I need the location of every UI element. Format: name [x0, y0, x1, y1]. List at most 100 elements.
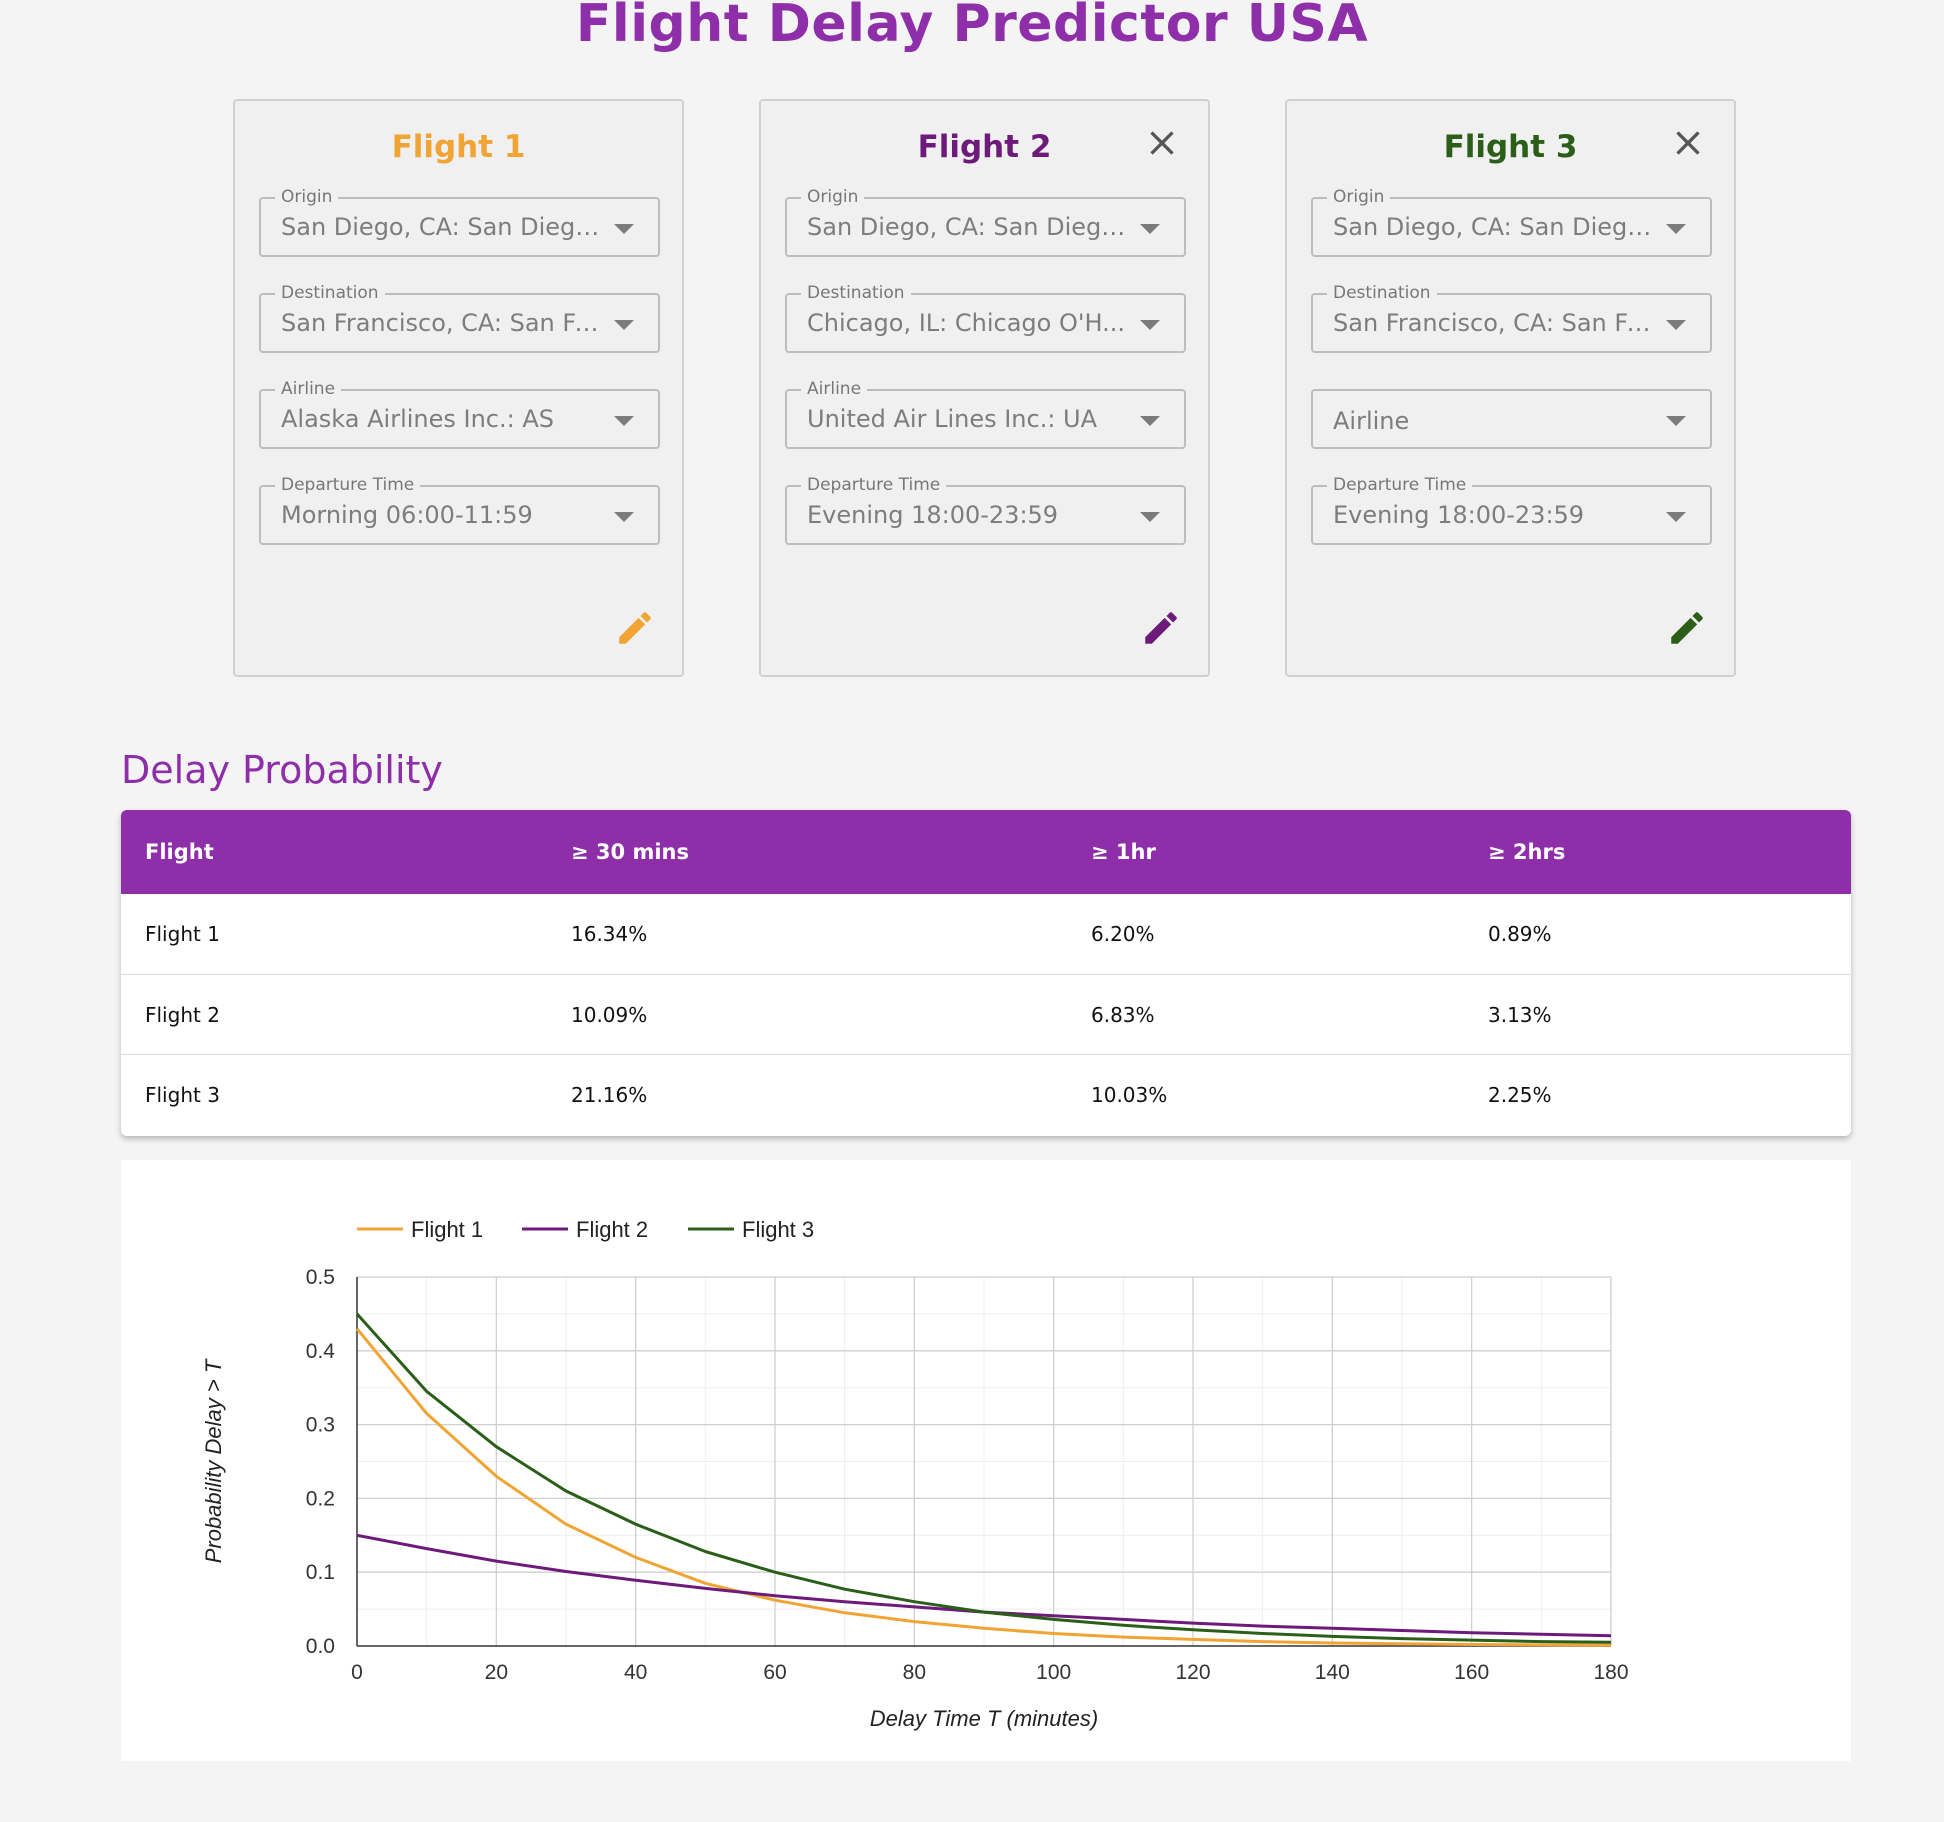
- field-label: Departure Time: [801, 475, 947, 495]
- field-value: Morning 06:00-11:59: [281, 501, 533, 529]
- dropdown-arrow-icon: [1140, 416, 1160, 426]
- close-button[interactable]: [1142, 123, 1182, 163]
- x-tick-label: 100: [1036, 1661, 1071, 1684]
- y-tick-label: 0.4: [306, 1340, 336, 1363]
- table-cell: Flight 1: [145, 922, 220, 946]
- legend-label: Flight 2: [576, 1217, 648, 1242]
- field-label: Origin: [801, 187, 865, 207]
- origin-select[interactable]: Origin San Diego, CA: San Diego...: [1311, 187, 1712, 257]
- header-cell: ≥ 30 mins: [571, 840, 689, 864]
- field-value: Evening 18:00-23:59: [807, 501, 1059, 529]
- dropdown-arrow-icon: [614, 416, 634, 426]
- field-value: San Francisco, CA: San Fr...: [1333, 309, 1654, 337]
- pencil-icon: [619, 612, 651, 644]
- page-title: Flight Delay Predictor USA: [575, 0, 1369, 54]
- header-cell: ≥ 1hr: [1091, 840, 1156, 864]
- dropdown-arrow-icon: [1140, 224, 1160, 234]
- x-axis-title: Delay Time T (minutes): [870, 1706, 1098, 1731]
- flight-card-title: Flight 3: [1443, 129, 1578, 165]
- table-cell: Flight 3: [145, 1083, 220, 1107]
- x-tick-label: 120: [1175, 1661, 1210, 1684]
- table-row: Flight 1 16.34% 6.20% 0.89%: [121, 894, 1851, 974]
- flight-card-title: Flight 2: [917, 129, 1052, 165]
- edit-button[interactable]: [1666, 607, 1708, 649]
- field-value: San Diego, CA: San Diego...: [281, 213, 602, 241]
- airline-select[interactable]: Airline United Air Lines Inc.: UA: [785, 379, 1186, 449]
- delay-chart: 0 20 40 60 80 100 120 140 160 180 0.0 0.1 0.2 0.3 0.4 0…: [121, 1160, 1851, 1761]
- field-label: Departure Time: [1327, 475, 1473, 495]
- table-header: Flight ≥ 30 mins ≥ 1hr ≥ 2hrs: [121, 810, 1851, 894]
- table-row: Flight 2 10.09% 6.83% 3.13%: [121, 974, 1851, 1055]
- airline-select[interactable]: Airline: [1311, 389, 1712, 449]
- table-cell: 2.25%: [1488, 1083, 1552, 1107]
- destination-select[interactable]: Destination San Francisco, CA: San Fr...: [259, 283, 660, 353]
- field-label: Destination: [1327, 283, 1437, 303]
- y-tick-label: 0.1: [306, 1561, 335, 1584]
- dropdown-arrow-icon: [1666, 320, 1686, 330]
- flight-card-1: Flight 1 Origin San Diego, CA: San Diego…: [233, 99, 684, 677]
- departure-time-select[interactable]: Departure Time Evening 18:00-23:59: [785, 475, 1186, 545]
- dropdown-arrow-icon: [1666, 416, 1686, 426]
- field-label: Airline: [275, 379, 342, 399]
- x-tick-label: 20: [485, 1661, 508, 1684]
- field-label: Origin: [275, 187, 339, 207]
- y-tick-label: 0.0: [306, 1635, 335, 1658]
- header-cell: Flight: [145, 840, 214, 864]
- x-tick-label: 180: [1593, 1661, 1628, 1684]
- x-tick-label: 140: [1315, 1661, 1350, 1684]
- table-cell: Flight 2: [145, 1003, 220, 1027]
- field-value: United Air Lines Inc.: UA: [807, 405, 1098, 433]
- flight-card-title: Flight 1: [391, 129, 526, 165]
- dropdown-arrow-icon: [1666, 224, 1686, 234]
- field-label: Origin: [1327, 187, 1391, 207]
- dropdown-arrow-icon: [1140, 320, 1160, 330]
- edit-button[interactable]: [1140, 607, 1182, 649]
- table-cell: 10.03%: [1091, 1083, 1168, 1107]
- table-row: Flight 3 21.16% 10.03% 2.25%: [121, 1054, 1851, 1135]
- y-tick-label: 0.2: [306, 1487, 335, 1510]
- field-value: Alaska Airlines Inc.: AS: [281, 405, 554, 433]
- table-cell: 16.34%: [571, 922, 648, 946]
- x-tick-label: 80: [903, 1661, 926, 1684]
- field-value: San Diego, CA: San Diego...: [807, 213, 1128, 241]
- dropdown-arrow-icon: [1140, 512, 1160, 522]
- field-value: Chicago, IL: Chicago O'H...: [807, 309, 1125, 337]
- departure-time-select[interactable]: Departure Time Evening 18:00-23:59: [1311, 475, 1712, 545]
- flight-card-3: Flight 3 Origin San Diego, CA: San Diego…: [1285, 99, 1736, 677]
- origin-select[interactable]: Origin San Diego, CA: San Diego...: [259, 187, 660, 257]
- dropdown-arrow-icon: [614, 224, 634, 234]
- header-cell: ≥ 2hrs: [1488, 840, 1566, 864]
- dropdown-arrow-icon: [1666, 512, 1686, 522]
- x-tick-label: 160: [1454, 1661, 1489, 1684]
- y-tick-label: 0.5: [306, 1266, 335, 1289]
- y-tick-label: 0.3: [306, 1414, 335, 1437]
- legend-label: Flight 3: [742, 1217, 814, 1242]
- close-icon: [1676, 131, 1700, 155]
- origin-select[interactable]: Origin San Diego, CA: San Diego...: [785, 187, 1186, 257]
- close-button[interactable]: [1668, 123, 1708, 163]
- pencil-icon: [1145, 612, 1177, 644]
- legend-label: Flight 1: [411, 1217, 483, 1242]
- table-cell: 6.83%: [1091, 1003, 1155, 1027]
- field-value: Evening 18:00-23:59: [1333, 501, 1585, 529]
- delay-chart-svg: 0 20 40 60 80 100 120 140 160 180 0.0 0.1 0.2 0.3 0.4 0…: [201, 1217, 1629, 1731]
- departure-time-select[interactable]: Departure Time Morning 06:00-11:59: [259, 475, 660, 545]
- field-value: San Francisco, CA: San Fr...: [281, 309, 602, 337]
- table-cell: 3.13%: [1488, 1003, 1552, 1027]
- field-label: Destination: [275, 283, 385, 303]
- dropdown-arrow-icon: [614, 320, 634, 330]
- field-label: Airline: [801, 379, 868, 399]
- delay-probability-table: Flight ≥ 30 mins ≥ 1hr ≥ 2hrs Flight 1 1…: [121, 810, 1851, 1136]
- destination-select[interactable]: Destination San Francisco, CA: San Fr...: [1311, 283, 1712, 353]
- field-label: Destination: [801, 283, 911, 303]
- pencil-icon: [1671, 612, 1703, 644]
- edit-button[interactable]: [614, 607, 656, 649]
- field-label: Departure Time: [275, 475, 421, 495]
- field-value: San Diego, CA: San Diego...: [1333, 213, 1654, 241]
- x-tick-label: 60: [763, 1661, 786, 1684]
- x-tick-label: 0: [351, 1661, 363, 1684]
- airline-select[interactable]: Airline Alaska Airlines Inc.: AS: [259, 379, 660, 449]
- airline-placeholder: Airline: [1333, 407, 1410, 435]
- section-title: Delay Probability: [121, 748, 443, 792]
- destination-select[interactable]: Destination Chicago, IL: Chicago O'H...: [785, 283, 1186, 353]
